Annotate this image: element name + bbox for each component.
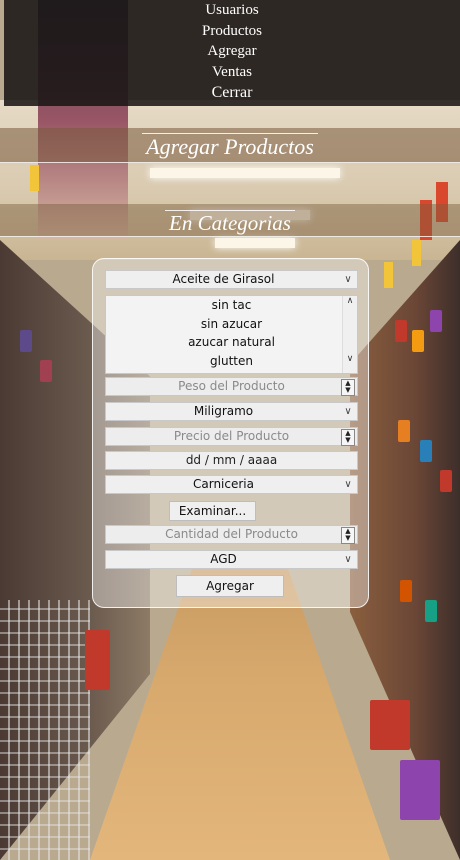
currency-select[interactable]: AGD ∨ — [105, 550, 358, 569]
heading-band: Agregar Productos — [0, 128, 460, 163]
price-placeholder: Precio del Producto — [173, 429, 290, 443]
date-input[interactable]: dd / mm / aaaa — [105, 451, 358, 470]
list-item[interactable]: glutten — [106, 352, 357, 371]
weight-placeholder: Peso del Producto — [178, 379, 285, 393]
category-select[interactable]: Carniceria ∨ — [105, 475, 358, 494]
category-select-value: Carniceria — [193, 477, 254, 491]
main-nav: Usuarios Productos Agregar Ventas Cerrar — [4, 0, 460, 106]
page-title-text: Agregar Productos — [142, 133, 318, 159]
product-select-value: Aceite de Girasol — [172, 272, 275, 286]
product-box — [395, 320, 407, 342]
product-box — [370, 700, 410, 750]
section-title-text: En Categorias — [165, 210, 295, 235]
spinner-icon[interactable]: ▲ ▼ — [341, 379, 355, 396]
product-box — [440, 470, 452, 492]
spinner-icon[interactable]: ▲ ▼ — [341, 527, 355, 544]
list-item[interactable]: sin tac — [106, 296, 357, 315]
section-title: En Categorias — [0, 204, 460, 242]
chevron-down-icon: ∨ — [344, 479, 352, 490]
price-tag — [30, 165, 39, 191]
nav-link-cerrar[interactable]: Cerrar — [4, 82, 460, 104]
price-input[interactable]: Precio del Producto ▲ ▼ — [105, 427, 358, 446]
submit-button[interactable]: Agregar — [176, 575, 284, 597]
product-box — [430, 310, 442, 332]
date-placeholder: dd / mm / aaaa — [185, 453, 278, 467]
product-box — [412, 330, 424, 352]
list-item[interactable]: sin azucar — [106, 315, 357, 334]
quantity-input[interactable]: Cantidad del Producto ▲ ▼ — [105, 525, 358, 544]
chevron-down-icon: ∨ — [344, 406, 352, 417]
scrollbar[interactable]: ∧ ∨ — [342, 296, 357, 373]
add-product-form: Aceite de Girasol ∨ sin tac sin azucar a… — [92, 258, 369, 608]
price-tag — [412, 240, 421, 266]
spinner-icon[interactable]: ▲ ▼ — [341, 429, 355, 446]
product-box — [20, 330, 32, 352]
unit-select-value: Miligramo — [193, 404, 254, 418]
nav-link-usuarios[interactable]: Usuarios — [4, 0, 460, 21]
product-box — [400, 760, 440, 820]
page-title: Agregar Productos — [0, 128, 460, 166]
weight-input[interactable]: Peso del Producto ▲ ▼ — [105, 377, 358, 396]
tags-listbox[interactable]: sin tac sin azucar azucar natural glutte… — [105, 295, 358, 374]
product-box — [425, 600, 437, 622]
shopping-cart — [0, 600, 90, 860]
product-box — [398, 420, 410, 442]
unit-select[interactable]: Miligramo ∨ — [105, 402, 358, 421]
product-select[interactable]: Aceite de Girasol ∨ — [105, 270, 358, 289]
list-item[interactable]: azucar natural — [106, 333, 357, 352]
nav-link-productos[interactable]: Productos — [4, 21, 460, 42]
nav-link-agregar[interactable]: Agregar — [4, 41, 460, 62]
browse-file-button[interactable]: Examinar... — [169, 501, 256, 521]
scroll-down-icon[interactable]: ∨ — [343, 354, 357, 364]
product-box — [400, 580, 412, 602]
subheading-band: En Categorias — [0, 204, 460, 237]
price-tag — [384, 262, 393, 288]
chevron-down-icon: ∨ — [344, 274, 352, 285]
product-box — [420, 440, 432, 462]
nav-link-ventas[interactable]: Ventas — [4, 62, 460, 83]
product-box — [85, 630, 110, 690]
chevron-down-icon: ∨ — [344, 554, 352, 565]
currency-select-value: AGD — [210, 552, 237, 566]
ceiling-light — [150, 168, 340, 178]
product-box — [40, 360, 52, 382]
quantity-placeholder: Cantidad del Producto — [165, 527, 298, 541]
scroll-up-icon[interactable]: ∧ — [343, 296, 357, 306]
